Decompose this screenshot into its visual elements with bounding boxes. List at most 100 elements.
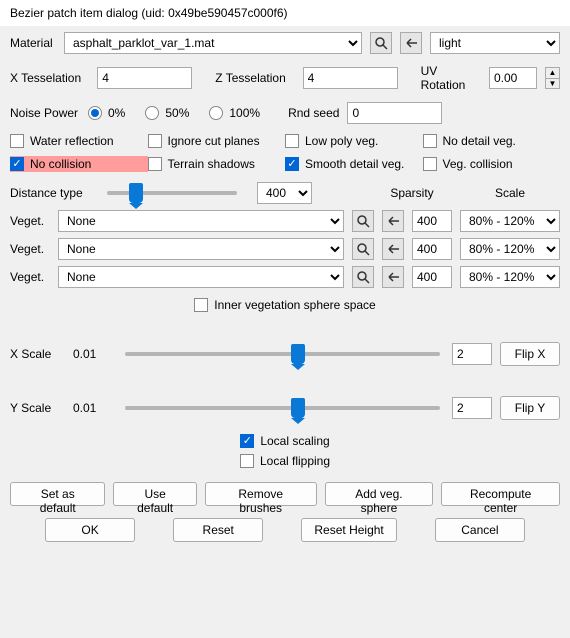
- reset-button[interactable]: Reset: [173, 518, 263, 542]
- x-tess-label: X Tesselation: [10, 71, 89, 85]
- material-label: Material: [10, 36, 56, 50]
- z-tess-label: Z Tesselation: [215, 71, 294, 85]
- material-select[interactable]: asphalt_parklot_var_1.mat: [64, 32, 362, 54]
- noise-50-radio[interactable]: 50%: [145, 106, 189, 120]
- no-detail-veg-checkbox[interactable]: No detail veg.: [423, 134, 561, 148]
- local-flipping-checkbox[interactable]: Local flipping: [240, 454, 330, 468]
- uv-rotation-input[interactable]: [489, 67, 537, 89]
- rnd-seed-input[interactable]: [347, 102, 442, 124]
- uv-rotation-spinner[interactable]: ▲ ▼: [545, 67, 560, 89]
- x-scale-slider[interactable]: [125, 352, 440, 356]
- uv-rotation-label: UV Rotation: [421, 64, 481, 92]
- remove-brushes-button[interactable]: Remove brushes: [205, 482, 317, 506]
- spinner-down-icon[interactable]: ▼: [546, 79, 559, 89]
- veget-sparsity-1[interactable]: [412, 238, 452, 260]
- inner-veg-sphere-checkbox[interactable]: Inner vegetation sphere space: [194, 298, 375, 312]
- arrow-left-icon: [386, 214, 400, 228]
- distance-row: Distance type 400 Sparsity Scale: [10, 182, 560, 204]
- arrow-left-icon: [386, 270, 400, 284]
- veget-row-2: Veget. None 80% - 120%: [10, 266, 560, 288]
- x-scale-value[interactable]: [452, 343, 492, 365]
- arrow-left-icon: [404, 36, 418, 50]
- spinner-up-icon[interactable]: ▲: [546, 68, 559, 79]
- veget-row-0: Veget. None 80% - 120%: [10, 210, 560, 232]
- bezier-patch-dialog: Bezier patch item dialog (uid: 0x49be590…: [0, 0, 570, 638]
- y-scale-min: 0.01: [73, 401, 113, 415]
- veget-scale-0[interactable]: 80% - 120%: [460, 210, 560, 232]
- local-scaling-checkbox[interactable]: Local scaling: [240, 434, 329, 448]
- veget-sparsity-2[interactable]: [412, 266, 452, 288]
- rnd-seed-label: Rnd seed: [288, 106, 339, 120]
- flip-y-button[interactable]: Flip Y: [500, 396, 560, 420]
- x-scale-label: X Scale: [10, 347, 65, 361]
- veget-reset-1[interactable]: [382, 238, 404, 260]
- veget-select-1[interactable]: None: [58, 238, 344, 260]
- veget-label: Veget.: [10, 242, 50, 256]
- ok-button[interactable]: OK: [45, 518, 135, 542]
- material-reset-button[interactable]: [400, 32, 422, 54]
- veget-label: Veget.: [10, 270, 50, 284]
- slider-thumb-icon[interactable]: [129, 183, 143, 203]
- scale-header: Scale: [460, 186, 560, 200]
- no-collision-checkbox[interactable]: No collision: [10, 156, 148, 172]
- search-icon: [356, 214, 370, 228]
- inner-veg-row: Inner vegetation sphere space: [10, 298, 560, 312]
- x-tess-input[interactable]: [97, 67, 192, 89]
- y-scale-label: Y Scale: [10, 401, 65, 415]
- veg-collision-checkbox[interactable]: Veg. collision: [423, 156, 561, 172]
- arrow-left-icon: [386, 242, 400, 256]
- water-reflection-checkbox[interactable]: Water reflection: [10, 134, 148, 148]
- options-grid: Water reflection Ignore cut planes Low p…: [10, 134, 560, 172]
- reset-height-button[interactable]: Reset Height: [301, 518, 396, 542]
- veget-select-2[interactable]: None: [58, 266, 344, 288]
- low-poly-veg-checkbox[interactable]: Low poly veg.: [285, 134, 423, 148]
- flip-x-button[interactable]: Flip X: [500, 342, 560, 366]
- veget-search-1[interactable]: [352, 238, 374, 260]
- terrain-shadows-checkbox[interactable]: Terrain shadows: [148, 156, 286, 172]
- search-icon: [356, 242, 370, 256]
- distance-slider[interactable]: [107, 191, 237, 195]
- x-scale-row: X Scale 0.01 Flip X: [10, 342, 560, 366]
- noise-100-radio[interactable]: 100%: [209, 106, 260, 120]
- veget-search-0[interactable]: [352, 210, 374, 232]
- veget-row-1: Veget. None 80% - 120%: [10, 238, 560, 260]
- use-default-button[interactable]: Use default: [113, 482, 196, 506]
- add-veg-sphere-button[interactable]: Add veg. sphere: [325, 482, 434, 506]
- tesselation-row: X Tesselation Z Tesselation UV Rotation …: [10, 64, 560, 92]
- noise-row: Noise Power 0% 50% 100% Rnd seed: [10, 102, 560, 124]
- noise-0-radio[interactable]: 0%: [88, 106, 125, 120]
- noise-power-label: Noise Power: [10, 106, 80, 120]
- z-tess-input[interactable]: [303, 67, 398, 89]
- x-scale-min: 0.01: [73, 347, 113, 361]
- ignore-cut-planes-checkbox[interactable]: Ignore cut planes: [148, 134, 286, 148]
- y-scale-slider[interactable]: [125, 406, 440, 410]
- veget-rows: Veget. None 80% - 120% Veget. None 80% -…: [10, 210, 560, 288]
- distance-type-label: Distance type: [10, 186, 95, 200]
- search-icon: [356, 270, 370, 284]
- veget-search-2[interactable]: [352, 266, 374, 288]
- local-options: Local scaling Local flipping: [10, 434, 560, 468]
- cancel-button[interactable]: Cancel: [435, 518, 525, 542]
- veget-select-0[interactable]: None: [58, 210, 344, 232]
- veget-sparsity-0[interactable]: [412, 210, 452, 232]
- set-as-default-button[interactable]: Set as default: [10, 482, 105, 506]
- material-search-button[interactable]: [370, 32, 392, 54]
- smooth-detail-veg-checkbox[interactable]: Smooth detail veg.: [285, 156, 423, 172]
- veget-label: Veget.: [10, 214, 50, 228]
- sparsity-header: Sparsity: [372, 186, 452, 200]
- action-buttons-1: Set as default Use default Remove brushe…: [10, 482, 560, 506]
- recompute-center-button[interactable]: Recompute center: [441, 482, 560, 506]
- window-title: Bezier patch item dialog (uid: 0x49be590…: [0, 0, 570, 26]
- veget-scale-2[interactable]: 80% - 120%: [460, 266, 560, 288]
- dialog-content: Material asphalt_parklot_var_1.mat light…: [0, 26, 570, 638]
- veget-reset-0[interactable]: [382, 210, 404, 232]
- material-preset-select[interactable]: light: [430, 32, 560, 54]
- slider-thumb-icon[interactable]: [291, 398, 305, 418]
- veget-reset-2[interactable]: [382, 266, 404, 288]
- slider-thumb-icon[interactable]: [291, 344, 305, 364]
- y-scale-value[interactable]: [452, 397, 492, 419]
- veget-scale-1[interactable]: 80% - 120%: [460, 238, 560, 260]
- action-buttons-2: OK Reset Reset Height Cancel: [10, 518, 560, 542]
- material-row: Material asphalt_parklot_var_1.mat light: [10, 32, 560, 54]
- distance-value-select[interactable]: 400: [257, 182, 312, 204]
